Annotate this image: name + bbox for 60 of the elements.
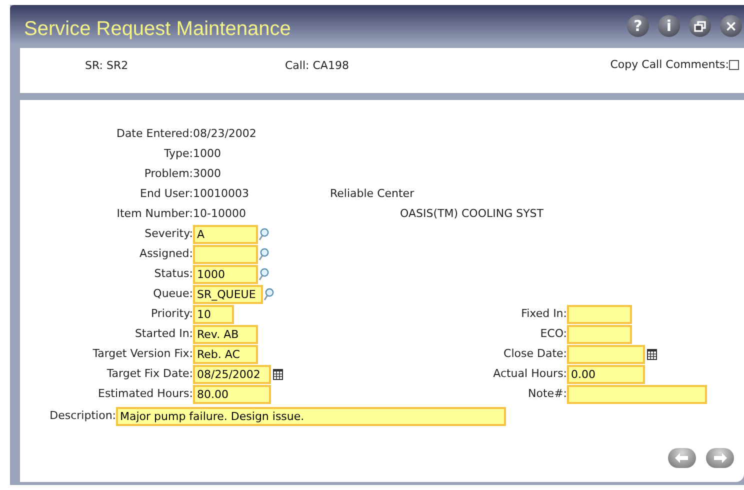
input-field[interactable]: 80.00 [193, 384, 271, 404]
info-button[interactable]: i [658, 15, 680, 37]
field-value: 10-10000 [193, 206, 246, 222]
field-value: 1000 [193, 146, 221, 162]
input-field[interactable]: 08/25/2002 [193, 364, 271, 384]
call-text: Call: CA198 [285, 58, 349, 74]
input-field[interactable]: SR_QUEUE [193, 284, 263, 304]
field-label: Assigned: [138, 246, 193, 262]
field-label: Priority: [150, 306, 193, 322]
copy-call-comments-label: Copy Call Comments: [610, 56, 729, 73]
field-label: Target Fix Date: [106, 366, 193, 382]
sr-text: SR: SR2 [85, 58, 130, 74]
restore-icon [694, 20, 706, 32]
search-icon[interactable] [263, 288, 274, 300]
input-field[interactable] [567, 324, 632, 344]
field-label: Description: [48, 408, 116, 424]
input-field[interactable]: 10 [193, 304, 234, 324]
field-label: Estimated Hours: [97, 386, 193, 402]
input-field[interactable]: Major pump failure. Design issue. [116, 406, 506, 426]
item-description: OASIS(TM) COOLING SYST [400, 206, 544, 222]
field-value: 3000 [193, 166, 221, 182]
field-label: Type: [163, 146, 193, 162]
field-label: Item Number: [116, 206, 193, 222]
back-button[interactable] [668, 448, 696, 468]
input-field[interactable] [567, 344, 645, 364]
field-label: End User: [139, 186, 193, 202]
input-field[interactable]: Rev. AB [193, 324, 258, 344]
field-label: Queue: [152, 286, 193, 302]
field-value: 08/23/2002 [193, 126, 256, 142]
help-button[interactable]: ? [627, 15, 649, 37]
item-description: Reliable Center [330, 186, 414, 202]
field-label: ECO: [539, 326, 567, 342]
field-label: Date Entered: [115, 126, 193, 142]
field-label: Actual Hours: [492, 366, 567, 382]
field-label: Severity: [144, 226, 193, 242]
checkbox[interactable] [729, 60, 739, 70]
field-label: Status: [153, 266, 193, 282]
search-icon[interactable] [258, 248, 269, 260]
input-field[interactable]: 0.00 [567, 364, 645, 384]
calendar-icon[interactable] [647, 348, 657, 360]
field-label: Target Version Fix: [92, 346, 193, 362]
search-icon[interactable] [258, 268, 269, 280]
field-label: Close Date: [502, 346, 567, 362]
field-value: 10010003 [193, 186, 249, 202]
input-field[interactable]: A [193, 224, 258, 244]
field-label: Note#: [527, 386, 567, 402]
calendar-icon[interactable] [273, 368, 283, 380]
input-field[interactable] [567, 304, 632, 324]
field-label: Fixed In: [520, 306, 567, 322]
close-button[interactable]: × [720, 15, 742, 37]
forward-button[interactable] [706, 448, 734, 468]
input-field[interactable] [567, 384, 707, 404]
field-label: Problem: [143, 166, 193, 182]
window-title: Service Request Maintenance [24, 17, 291, 42]
field-label: Started In: [134, 326, 193, 342]
input-field[interactable]: 1000 [193, 264, 258, 284]
input-field[interactable]: Reb. AC [193, 344, 258, 364]
input-field[interactable] [193, 244, 258, 264]
restore-button[interactable] [689, 15, 711, 37]
search-icon[interactable] [258, 228, 269, 240]
